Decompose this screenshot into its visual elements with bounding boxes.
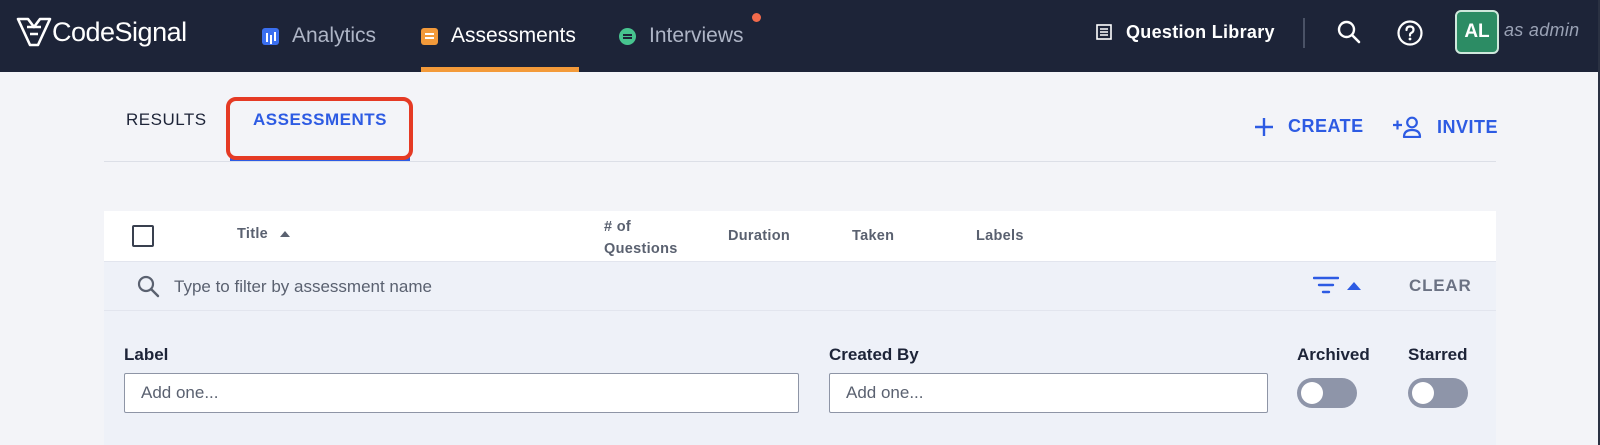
column-header-questions[interactable]: # of Questions [604, 216, 678, 260]
column-title-label: Title [237, 226, 269, 242]
avatar-initials: AL [1464, 21, 1490, 42]
sort-ascending-icon [280, 231, 291, 237]
avatar[interactable]: AL [1455, 10, 1499, 54]
codesignal-logo[interactable]: CodeSignal [16, 14, 187, 50]
tabs-divider [104, 161, 1496, 162]
created-by-filter-input[interactable] [829, 373, 1268, 413]
analytics-icon [262, 27, 279, 45]
question-library-link[interactable]: Question Library [1096, 0, 1275, 64]
plus-icon [1255, 117, 1273, 136]
nav-active-indicator [421, 67, 579, 72]
filter-icon[interactable] [1313, 275, 1339, 295]
nav-analytics[interactable]: Analytics [262, 0, 376, 72]
label-filter-title: Label [124, 345, 169, 364]
table-header [104, 211, 1496, 261]
archived-filter-title: Archived [1297, 345, 1370, 364]
toggle-knob [1301, 382, 1323, 404]
column-header-taken[interactable]: Taken [852, 228, 894, 244]
column-questions-line2: Questions [604, 241, 678, 257]
select-all-checkbox[interactable] [132, 225, 154, 247]
nav-divider [1303, 18, 1305, 48]
tab-results[interactable]: RESULTS [126, 110, 207, 130]
create-label: CREATE [1288, 116, 1364, 136]
created-by-filter-title: Created By [829, 345, 919, 364]
starred-filter-title: Starred [1408, 345, 1468, 364]
create-button[interactable]: CREATE [1254, 116, 1364, 137]
nav-analytics-label: Analytics [292, 24, 377, 47]
nav-interviews[interactable]: Interviews [619, 0, 744, 72]
label-filter-input[interactable] [124, 373, 799, 413]
search-icon [137, 275, 160, 298]
question-library-label: Question Library [1126, 21, 1275, 42]
highlight-annotation [226, 97, 413, 160]
add-user-icon [1393, 116, 1422, 138]
search-icon[interactable] [1336, 19, 1362, 45]
column-header-title[interactable]: Title [237, 226, 291, 242]
brand-name: CodeSignal [52, 16, 187, 47]
assessments-icon [421, 27, 438, 45]
user-role-label: as admin [1504, 20, 1580, 40]
invite-label: INVITE [1437, 116, 1499, 137]
column-header-labels: Labels [976, 228, 1024, 244]
nav-assessments-label: Assessments [451, 24, 576, 47]
column-header-duration[interactable]: Duration [728, 228, 790, 244]
starred-toggle[interactable] [1408, 378, 1468, 408]
notification-dot [752, 13, 761, 22]
chevron-up-icon[interactable] [1347, 282, 1361, 290]
codesignal-logo-icon [16, 17, 52, 47]
interviews-icon [619, 27, 636, 45]
list-icon [1096, 24, 1112, 40]
help-icon[interactable] [1396, 19, 1424, 47]
archived-toggle[interactable] [1297, 378, 1357, 408]
nav-assessments[interactable]: Assessments [421, 0, 576, 72]
invite-button[interactable]: INVITE [1393, 116, 1498, 138]
toggle-knob [1412, 382, 1434, 404]
column-questions-line1: # of [604, 219, 631, 235]
clear-filters-button[interactable]: CLEAR [1409, 276, 1472, 296]
assessment-name-filter-input[interactable] [174, 275, 774, 299]
nav-interviews-label: Interviews [649, 24, 744, 47]
